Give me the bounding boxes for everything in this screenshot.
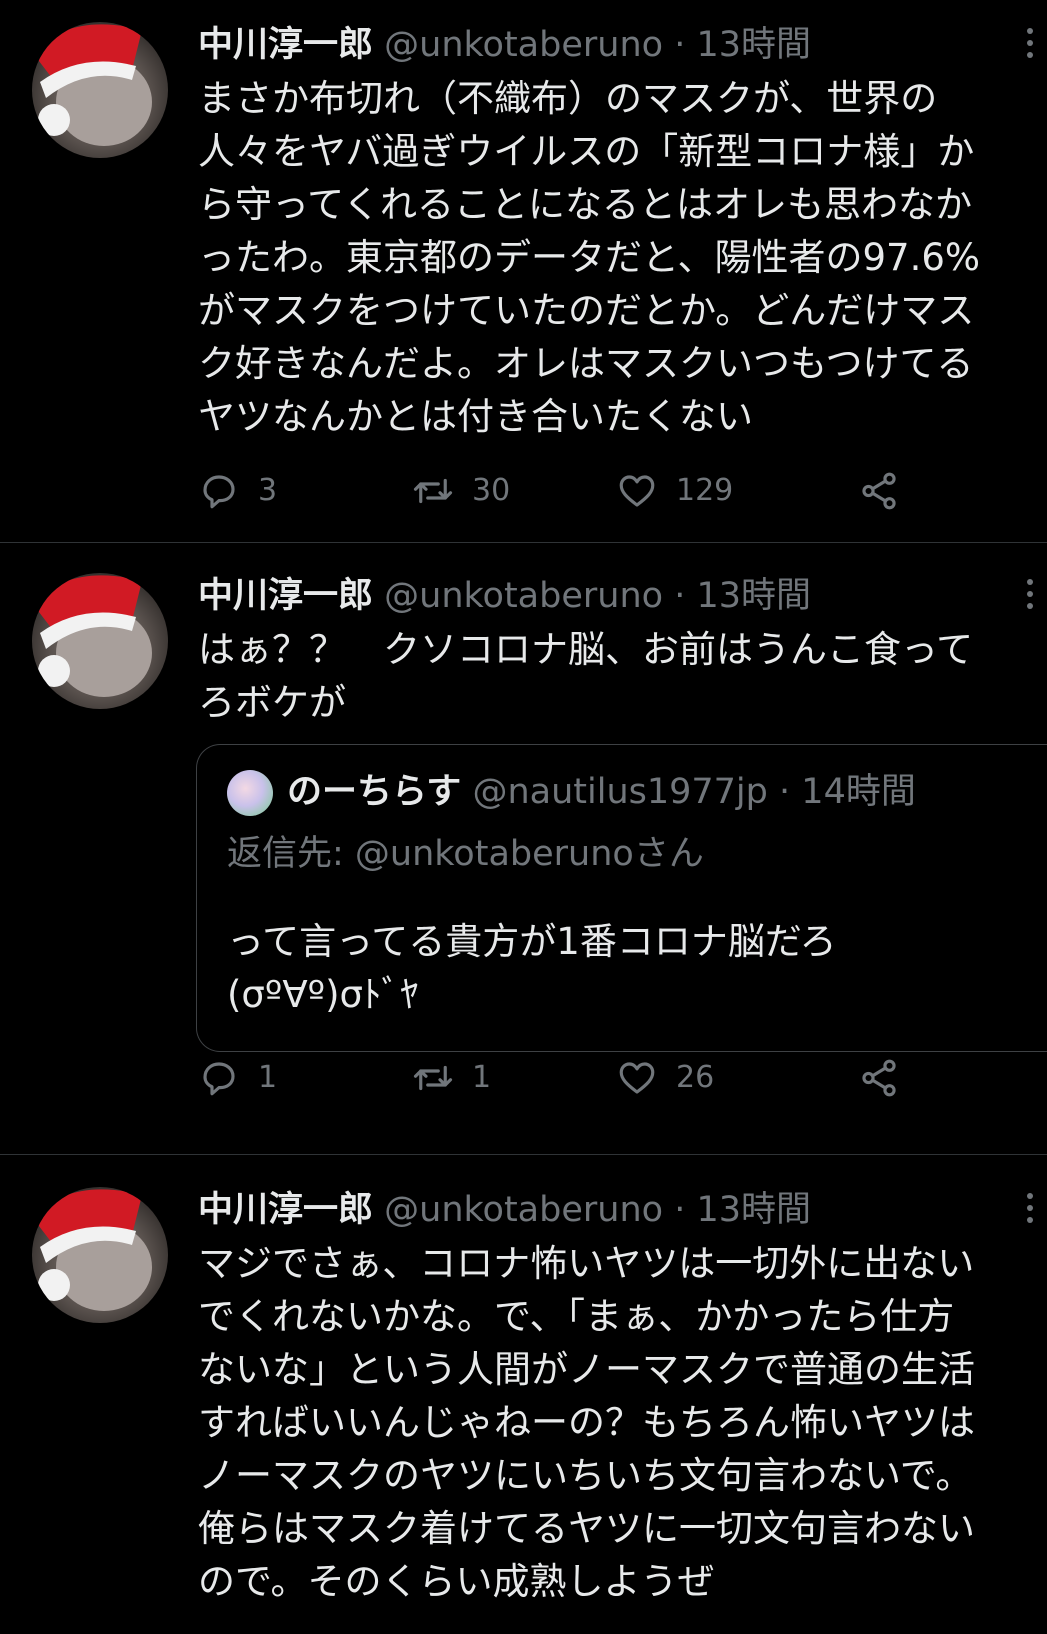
timestamp[interactable]: 13時間 <box>696 1190 811 1230</box>
user-handle[interactable]: @unkotaberuno <box>384 1190 663 1230</box>
timestamp[interactable]: 13時間 <box>696 576 811 616</box>
avatar[interactable] <box>32 22 168 158</box>
display-name[interactable]: 中川淳一郎 <box>198 576 373 616</box>
quoted-tweet-text: って言ってる貴方が1番コロナ脳だろ (σº∀º)σﾄﾞﾔ <box>227 920 837 1016</box>
tweet[interactable]: 中川淳一郎 @unkotaberuno · 13時間 はぁ？？ クソコロナ脳、お… <box>0 543 1047 1154</box>
tweet-text: マジでさぁ、コロナ怖いヤツは一切外に出ない でくれないかな。で、「まぁ、かかった… <box>198 1242 975 1603</box>
quoted-tweet[interactable]: のーちらす @nautilus1977jp · 14時間 返信先: @unkot… <box>196 744 1047 1052</box>
retweet-button[interactable]: 30 <box>412 468 510 514</box>
tweet-header: 中川淳一郎 @unkotaberuno · 13時間 <box>198 20 811 70</box>
reply-button[interactable]: 3 <box>198 468 277 514</box>
heart-icon <box>619 1062 655 1094</box>
tweet-header: 中川淳一郎 @unkotaberuno · 13時間 <box>198 571 811 621</box>
separator: · <box>674 25 686 65</box>
timestamp[interactable]: 13時間 <box>696 25 811 65</box>
share-icon <box>862 1059 896 1097</box>
avatar[interactable] <box>32 573 168 709</box>
tweet-header: 中川淳一郎 @unkotaberuno · 13時間 <box>198 1185 811 1235</box>
reply-icon <box>203 475 235 509</box>
like-count: 129 <box>676 473 734 508</box>
tweet[interactable]: 中川淳一郎 @unkotaberuno · 13時間 まさか布切れ（不織布）のマ… <box>0 0 1047 542</box>
user-handle[interactable]: @unkotaberuno <box>384 25 663 65</box>
separator: · <box>674 1190 686 1230</box>
retweet-count: 30 <box>472 473 511 508</box>
heart-icon <box>619 475 655 507</box>
tweet-actions: 1 1 26 <box>198 1055 918 1101</box>
more-vertical-icon[interactable] <box>1020 1193 1040 1229</box>
tweet-text: はぁ？？ クソコロナ脳、お前はうんこ食って ろボケが <box>198 628 974 724</box>
retweet-icon <box>413 478 453 504</box>
reply-mention[interactable]: @unkotaberuno <box>355 834 634 874</box>
reply-suffix: さん <box>633 834 704 874</box>
quoted-tweet-header: のーちらす @nautilus1977jp · 14時間 <box>227 767 916 817</box>
quoted-display-name: のーちらす <box>287 772 462 812</box>
share-icon <box>862 472 896 510</box>
tweet[interactable]: 中川淳一郎 @unkotaberuno · 13時間 マジでさぁ、コロナ怖いヤツ… <box>0 1155 1047 1634</box>
share-button[interactable] <box>858 1055 918 1101</box>
reply-icon <box>203 1062 235 1096</box>
reply-button[interactable]: 1 <box>198 1055 277 1101</box>
like-button[interactable]: 26 <box>616 1055 714 1101</box>
tweet-actions: 3 30 129 <box>198 468 918 514</box>
retweet-icon <box>413 1065 453 1091</box>
separator: · <box>779 772 791 812</box>
reply-count: 3 <box>258 473 278 508</box>
quoted-timestamp: 14時間 <box>801 772 916 812</box>
quoted-avatar <box>227 770 273 816</box>
more-vertical-icon[interactable] <box>1020 28 1040 64</box>
like-count: 26 <box>676 1060 715 1095</box>
tweet-text: まさか布切れ（不織布）のマスクが、世界の 人々をヤバ過ぎウイルスの「新型コロナ様… <box>198 77 981 438</box>
retweet-count: 1 <box>472 1060 492 1095</box>
reply-label: 返信先: <box>227 834 355 874</box>
reply-count: 1 <box>258 1060 278 1095</box>
retweet-button[interactable]: 1 <box>412 1055 491 1101</box>
display-name[interactable]: 中川淳一郎 <box>198 25 373 65</box>
share-button[interactable] <box>858 468 918 514</box>
separator: · <box>674 576 686 616</box>
like-button[interactable]: 129 <box>616 468 733 514</box>
reply-context: 返信先: @unkotaberunoさん <box>227 829 704 879</box>
user-handle[interactable]: @unkotaberuno <box>384 576 663 616</box>
more-vertical-icon[interactable] <box>1020 579 1040 615</box>
avatar[interactable] <box>32 1187 168 1323</box>
display-name[interactable]: 中川淳一郎 <box>198 1190 373 1230</box>
quoted-user-handle: @nautilus1977jp <box>472 772 768 812</box>
